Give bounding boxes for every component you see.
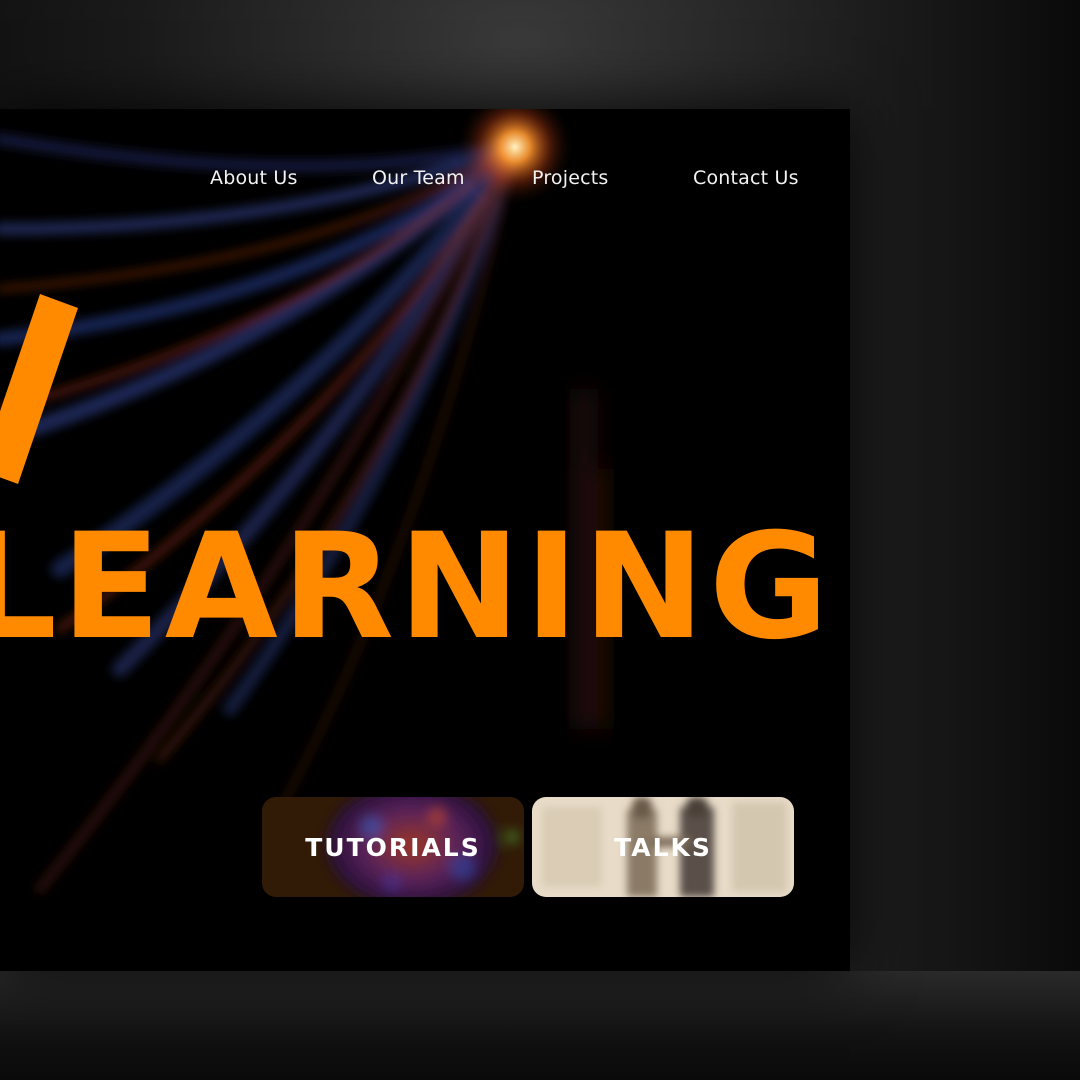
- headline-slash-glyph: [0, 294, 78, 484]
- talks-card-label: TALKS: [614, 832, 712, 862]
- nav-link-our-team[interactable]: Our Team: [372, 167, 465, 189]
- nav-link-contact-us[interactable]: Contact Us: [693, 167, 799, 189]
- hero-headline: LEARNING: [0, 502, 833, 672]
- backdrop-bottom-shade: [0, 971, 1080, 1080]
- website-preview: About Us Our Team Projects Contact Us LE…: [0, 109, 850, 971]
- nav-link-projects[interactable]: Projects: [532, 167, 609, 189]
- backdrop-right-shade: [850, 0, 1080, 1080]
- tutorials-card[interactable]: TUTORIALS: [262, 797, 524, 897]
- nav-link-about-us[interactable]: About Us: [210, 167, 298, 189]
- tutorials-card-label: TUTORIALS: [305, 832, 481, 862]
- main-navigation: About Us Our Team Projects Contact Us: [0, 167, 850, 197]
- talks-card[interactable]: TALKS: [532, 797, 794, 897]
